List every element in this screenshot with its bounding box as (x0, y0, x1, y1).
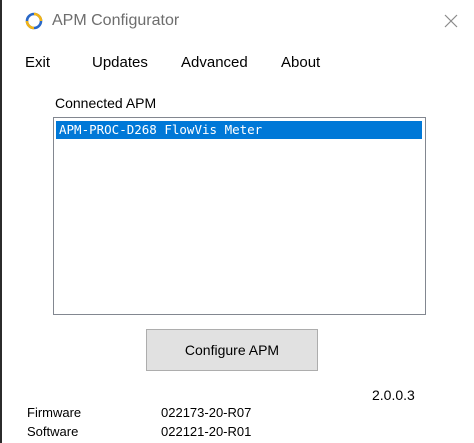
page: APM Configurator Exit Updates Advanced A… (0, 0, 474, 443)
apm-configurator-window: APM Configurator Exit Updates Advanced A… (8, 0, 474, 443)
menu-item-updates[interactable]: Updates (92, 54, 148, 71)
connected-apm-label: Connected APM (55, 95, 157, 111)
connected-apm-list[interactable]: APM-PROC-D268 FlowVis Meter (53, 117, 426, 315)
software-label: Software (27, 424, 79, 439)
window-title: APM Configurator (52, 12, 180, 29)
close-icon[interactable] (440, 10, 462, 32)
background-window-edge (0, 0, 2, 443)
firmware-row: Firmware 022173-20-R07 (27, 405, 327, 423)
configure-apm-button[interactable]: Configure APM (146, 329, 318, 371)
apm-logo-icon (25, 12, 43, 30)
firmware-value: 022173-20-R07 (161, 405, 252, 420)
menu-item-advanced[interactable]: Advanced (181, 54, 248, 71)
software-value: 022121-20-R01 (161, 424, 252, 439)
software-row: Software 022121-20-R01 (27, 424, 327, 442)
list-item-selected[interactable]: APM-PROC-D268 FlowVis Meter (56, 121, 422, 139)
menu-item-exit[interactable]: Exit (25, 54, 50, 71)
menu-bar: Exit Updates Advanced About (8, 50, 474, 76)
menu-item-about[interactable]: About (281, 54, 320, 71)
version-label: 2.0.0.3 (372, 387, 415, 403)
firmware-label: Firmware (27, 405, 82, 420)
title-bar[interactable]: APM Configurator (8, 0, 474, 42)
